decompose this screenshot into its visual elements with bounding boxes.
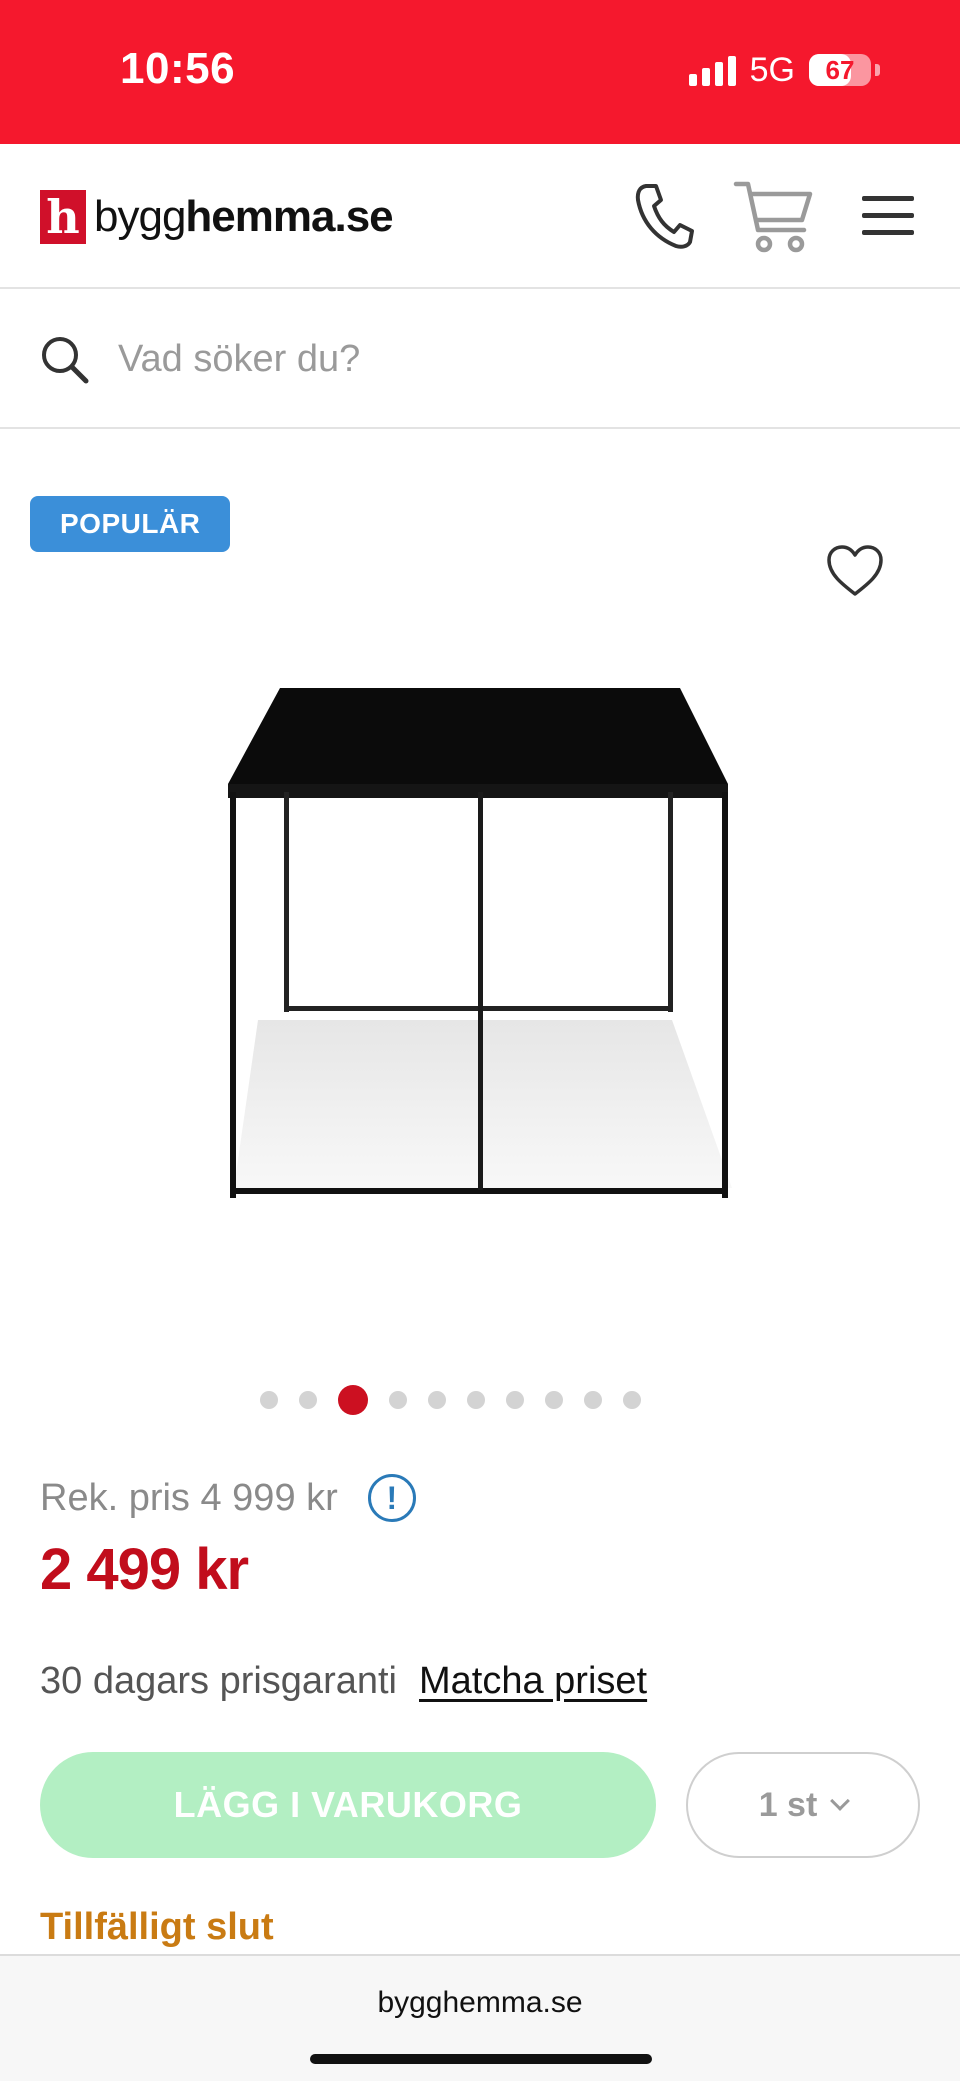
gallery-dot[interactable] <box>622 1391 641 1409</box>
logo-text: bygghemma.se <box>94 192 394 242</box>
logo-prefix: bygg <box>94 192 186 241</box>
status-indicators: 5G 67 <box>688 50 880 90</box>
quantity-select[interactable]: 1 st <box>686 1752 920 1858</box>
price-guarantee-row: 30 dagars prisgaranti Matcha priset <box>40 1660 647 1703</box>
match-price-link[interactable]: Matcha priset <box>419 1660 647 1703</box>
status-bar: 10:56 5G 67 <box>0 0 960 144</box>
table-illustration <box>228 688 732 1198</box>
search-bar <box>0 289 960 429</box>
stock-status: Tillfälligt slut <box>40 1906 274 1948</box>
gallery-dot[interactable] <box>544 1391 563 1409</box>
gallery-dot[interactable] <box>466 1391 485 1409</box>
logo-suffix: hemma.se <box>185 192 393 241</box>
chevron-down-icon <box>830 1791 851 1811</box>
site-logo[interactable]: h bygghemma.se <box>40 190 394 244</box>
gallery-dot-active[interactable] <box>337 1385 368 1415</box>
heart-icon[interactable] <box>824 542 886 605</box>
rek-price: Rek. pris 4 999 kr <box>40 1476 338 1519</box>
current-price: 2 499 kr <box>40 1537 249 1602</box>
price-guarantee-text: 30 dagars prisgaranti <box>40 1660 397 1702</box>
battery-icon: 67 <box>809 54 871 86</box>
battery-level: 67 <box>825 54 855 85</box>
gallery-dot[interactable] <box>388 1391 407 1409</box>
home-indicator[interactable] <box>310 2054 652 2064</box>
status-time: 10:56 <box>120 44 236 93</box>
battery-tip <box>875 64 880 76</box>
gallery-dot[interactable] <box>259 1391 278 1409</box>
add-to-cart-button[interactable]: LÄGG I VARUKORG <box>40 1752 656 1858</box>
info-icon[interactable]: ! <box>367 1474 416 1522</box>
network-label: 5G <box>749 50 795 89</box>
url-bar[interactable]: bygghemma.se <box>0 1986 960 2020</box>
quantity-value: 1 st <box>758 1785 818 1824</box>
gallery-dot[interactable] <box>298 1391 317 1409</box>
popular-badge: POPULÄR <box>30 496 231 552</box>
gallery-dot[interactable] <box>505 1391 524 1409</box>
gallery-dot[interactable] <box>583 1391 602 1409</box>
gallery-pagination <box>0 1384 960 1416</box>
signal-icon <box>688 54 736 86</box>
logo-mark: h <box>40 190 86 244</box>
search-input[interactable] <box>118 329 918 389</box>
phone-icon[interactable] <box>632 180 696 255</box>
cart-icon[interactable] <box>732 174 816 263</box>
search-icon[interactable] <box>38 333 94 394</box>
product-image[interactable] <box>220 680 740 1210</box>
browser-bottom-bar: bygghemma.se <box>0 1954 960 2081</box>
site-header: h bygghemma.se <box>0 144 960 289</box>
gallery-dot[interactable] <box>427 1391 446 1409</box>
rek-price-row: Rek. pris 4 999 kr ! <box>40 1474 416 1522</box>
menu-icon[interactable] <box>858 180 918 255</box>
